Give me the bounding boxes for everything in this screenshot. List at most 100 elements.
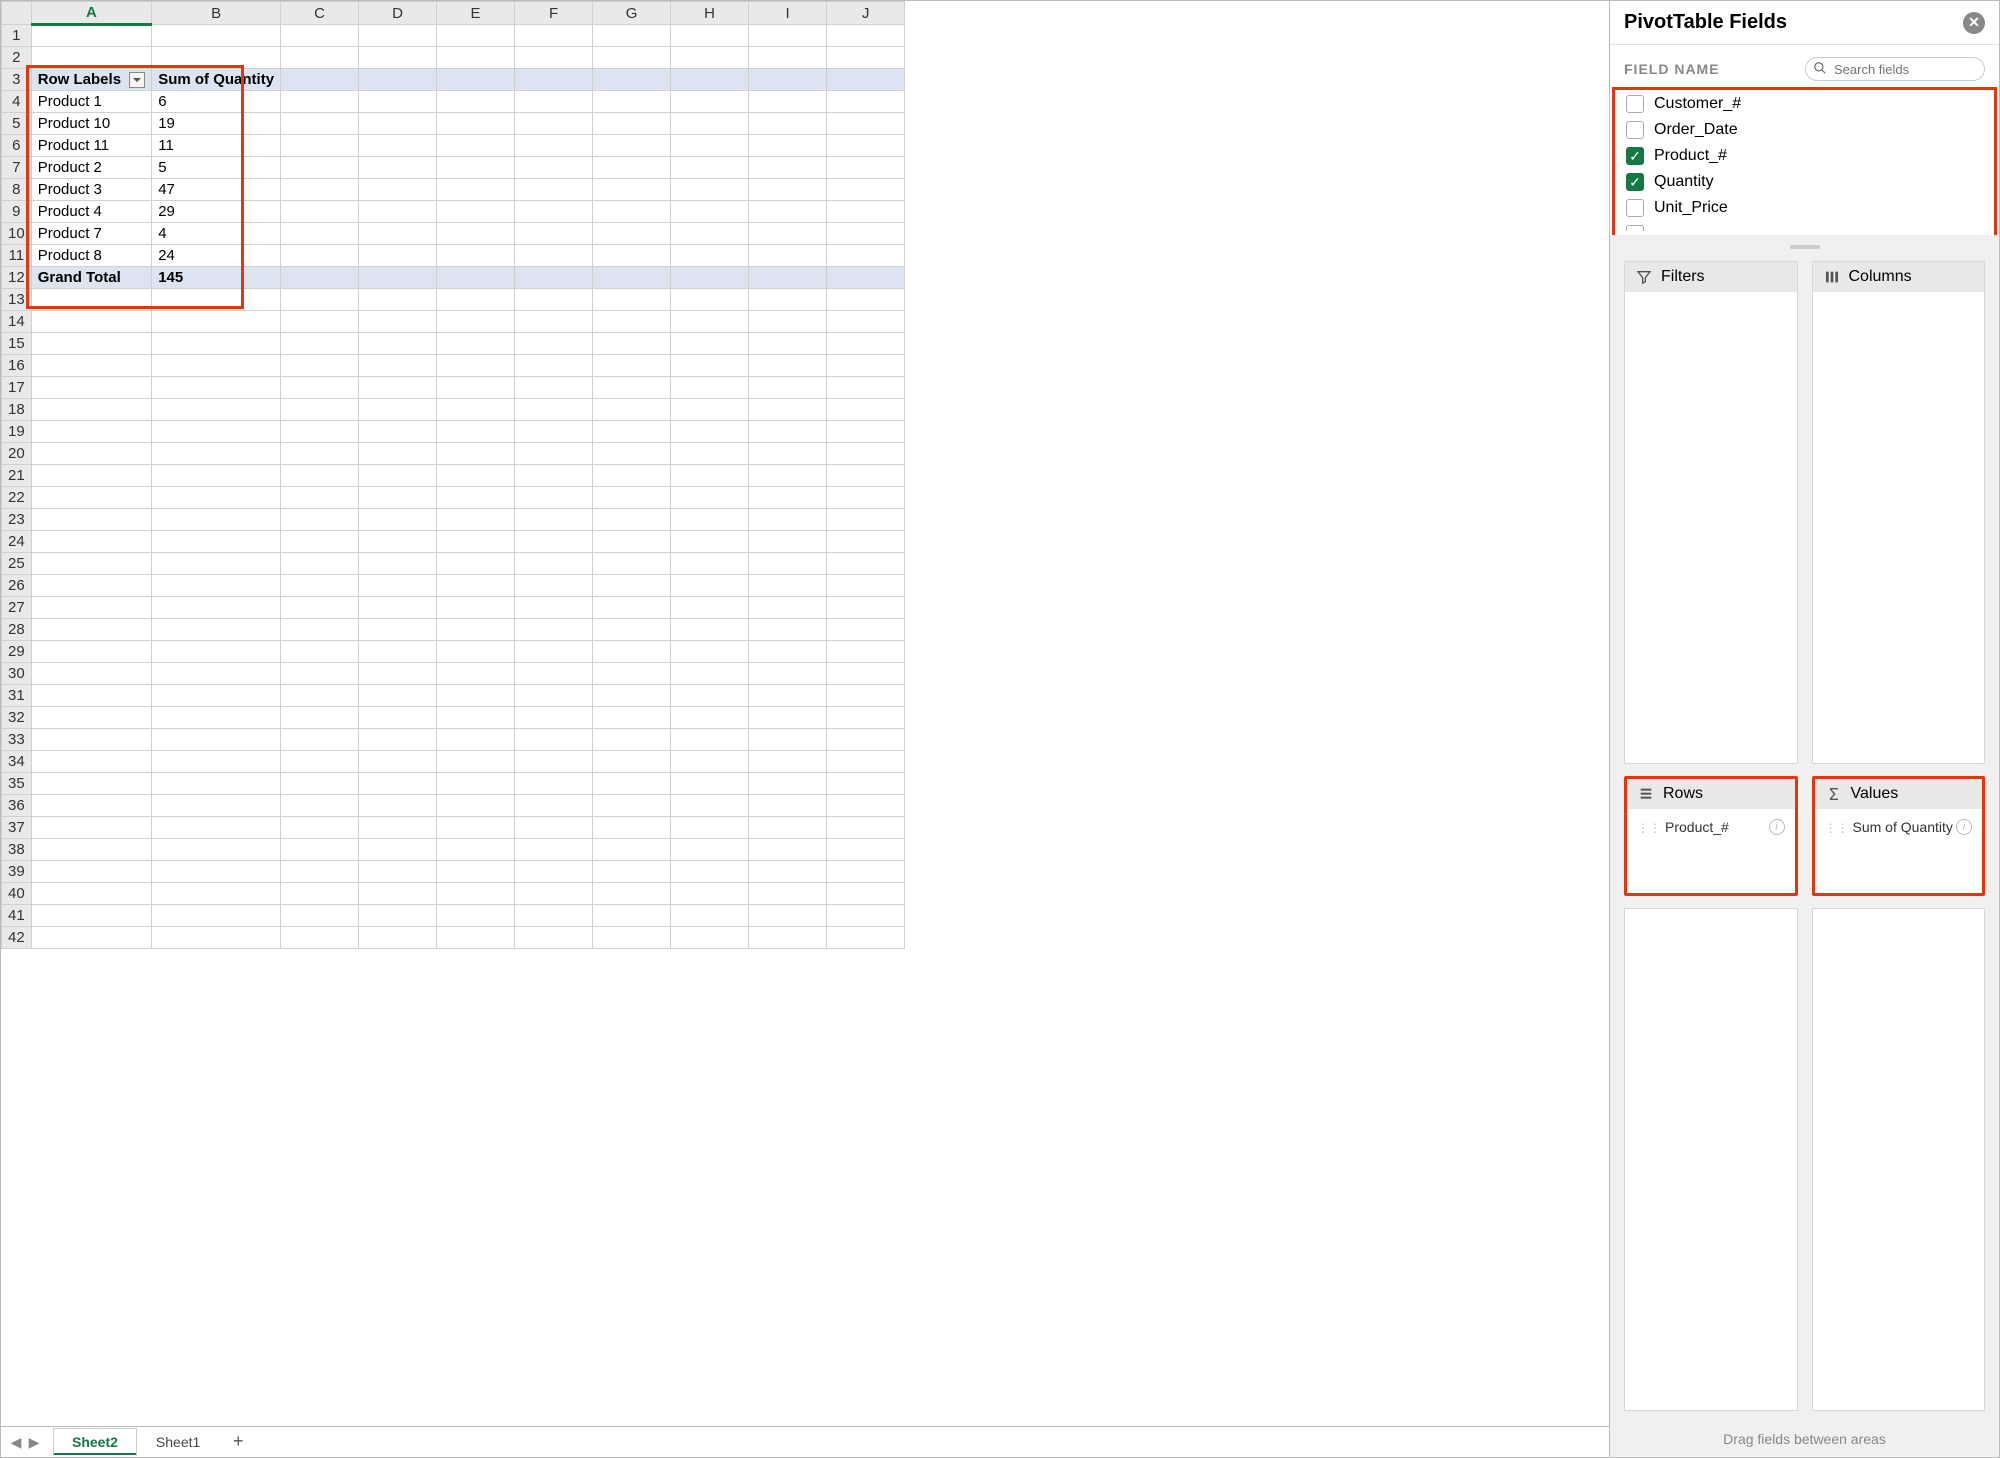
cell[interactable] bbox=[31, 883, 152, 905]
cell[interactable] bbox=[749, 729, 827, 751]
cell[interactable] bbox=[515, 685, 593, 707]
cell[interactable] bbox=[437, 69, 515, 91]
cell[interactable] bbox=[515, 25, 593, 47]
cell[interactable] bbox=[749, 839, 827, 861]
info-icon[interactable]: i bbox=[1769, 819, 1785, 835]
cell[interactable]: Product 4 bbox=[31, 201, 152, 223]
cell[interactable] bbox=[671, 773, 749, 795]
cell[interactable] bbox=[152, 663, 281, 685]
cell[interactable] bbox=[827, 663, 905, 685]
spreadsheet-grid[interactable]: ABCDEFGHIJ 123Row Labels Sum of Quantity… bbox=[1, 1, 1609, 1427]
tab-nav-prev[interactable]: ◀ bbox=[7, 1434, 25, 1451]
row-header[interactable]: 40 bbox=[2, 883, 32, 905]
row-header[interactable]: 31 bbox=[2, 685, 32, 707]
row-header[interactable]: 33 bbox=[2, 729, 32, 751]
cell[interactable] bbox=[515, 245, 593, 267]
cell[interactable] bbox=[671, 509, 749, 531]
cell[interactable] bbox=[359, 839, 437, 861]
cell[interactable] bbox=[827, 729, 905, 751]
cell[interactable] bbox=[515, 201, 593, 223]
cell[interactable] bbox=[671, 201, 749, 223]
cell[interactable] bbox=[671, 399, 749, 421]
cell[interactable] bbox=[749, 113, 827, 135]
row-header[interactable]: 25 bbox=[2, 553, 32, 575]
cell[interactable] bbox=[359, 465, 437, 487]
cell[interactable] bbox=[827, 861, 905, 883]
cell[interactable] bbox=[827, 619, 905, 641]
cell[interactable] bbox=[152, 817, 281, 839]
cell[interactable] bbox=[31, 795, 152, 817]
cell[interactable] bbox=[281, 69, 359, 91]
cell[interactable] bbox=[437, 861, 515, 883]
cell[interactable] bbox=[359, 399, 437, 421]
cell[interactable] bbox=[593, 179, 671, 201]
cell[interactable] bbox=[281, 201, 359, 223]
cell[interactable] bbox=[749, 751, 827, 773]
cell[interactable] bbox=[281, 135, 359, 157]
cell[interactable] bbox=[437, 333, 515, 355]
cell[interactable] bbox=[671, 113, 749, 135]
cell[interactable] bbox=[437, 619, 515, 641]
cell[interactable] bbox=[749, 443, 827, 465]
row-header[interactable]: 20 bbox=[2, 443, 32, 465]
cell[interactable] bbox=[749, 289, 827, 311]
cell[interactable] bbox=[671, 267, 749, 289]
cell[interactable] bbox=[281, 729, 359, 751]
cell[interactable] bbox=[593, 905, 671, 927]
field-item[interactable]: Unit_Price bbox=[1620, 195, 1989, 221]
cell[interactable] bbox=[437, 157, 515, 179]
cell[interactable] bbox=[515, 663, 593, 685]
cell[interactable]: 6 bbox=[152, 91, 281, 113]
cell[interactable] bbox=[152, 641, 281, 663]
cell[interactable] bbox=[515, 47, 593, 69]
cell[interactable] bbox=[593, 619, 671, 641]
cell[interactable] bbox=[671, 531, 749, 553]
cell[interactable] bbox=[515, 289, 593, 311]
cell[interactable] bbox=[152, 421, 281, 443]
cell[interactable] bbox=[515, 179, 593, 201]
cell[interactable] bbox=[671, 707, 749, 729]
cell[interactable] bbox=[359, 707, 437, 729]
cell[interactable] bbox=[359, 421, 437, 443]
cell[interactable] bbox=[671, 355, 749, 377]
cell[interactable] bbox=[515, 135, 593, 157]
cell[interactable] bbox=[31, 597, 152, 619]
cell[interactable] bbox=[593, 795, 671, 817]
cell[interactable] bbox=[515, 883, 593, 905]
cell[interactable] bbox=[671, 641, 749, 663]
cell[interactable] bbox=[593, 817, 671, 839]
cell[interactable] bbox=[281, 773, 359, 795]
cell[interactable] bbox=[593, 553, 671, 575]
col-header-G[interactable]: G bbox=[593, 2, 671, 25]
cell[interactable] bbox=[31, 905, 152, 927]
cell[interactable] bbox=[31, 487, 152, 509]
cell[interactable] bbox=[593, 245, 671, 267]
cell[interactable] bbox=[437, 355, 515, 377]
cell[interactable] bbox=[359, 91, 437, 113]
cell[interactable] bbox=[152, 553, 281, 575]
cell[interactable] bbox=[593, 135, 671, 157]
cell[interactable] bbox=[31, 289, 152, 311]
cell[interactable] bbox=[671, 69, 749, 91]
cell[interactable] bbox=[281, 795, 359, 817]
cell[interactable] bbox=[749, 267, 827, 289]
row-header[interactable]: 17 bbox=[2, 377, 32, 399]
cell[interactable] bbox=[827, 817, 905, 839]
cell[interactable] bbox=[593, 597, 671, 619]
cell[interactable] bbox=[515, 553, 593, 575]
cell[interactable] bbox=[515, 509, 593, 531]
cell[interactable] bbox=[749, 135, 827, 157]
cell[interactable] bbox=[31, 553, 152, 575]
cell[interactable] bbox=[281, 751, 359, 773]
cell[interactable] bbox=[827, 267, 905, 289]
cell[interactable] bbox=[437, 245, 515, 267]
cell[interactable] bbox=[359, 223, 437, 245]
cell[interactable] bbox=[593, 773, 671, 795]
select-all-corner[interactable] bbox=[2, 2, 32, 25]
cell[interactable] bbox=[749, 399, 827, 421]
col-header-D[interactable]: D bbox=[359, 2, 437, 25]
cell[interactable] bbox=[749, 773, 827, 795]
cell[interactable] bbox=[827, 333, 905, 355]
cell[interactable] bbox=[359, 861, 437, 883]
cell[interactable] bbox=[281, 619, 359, 641]
